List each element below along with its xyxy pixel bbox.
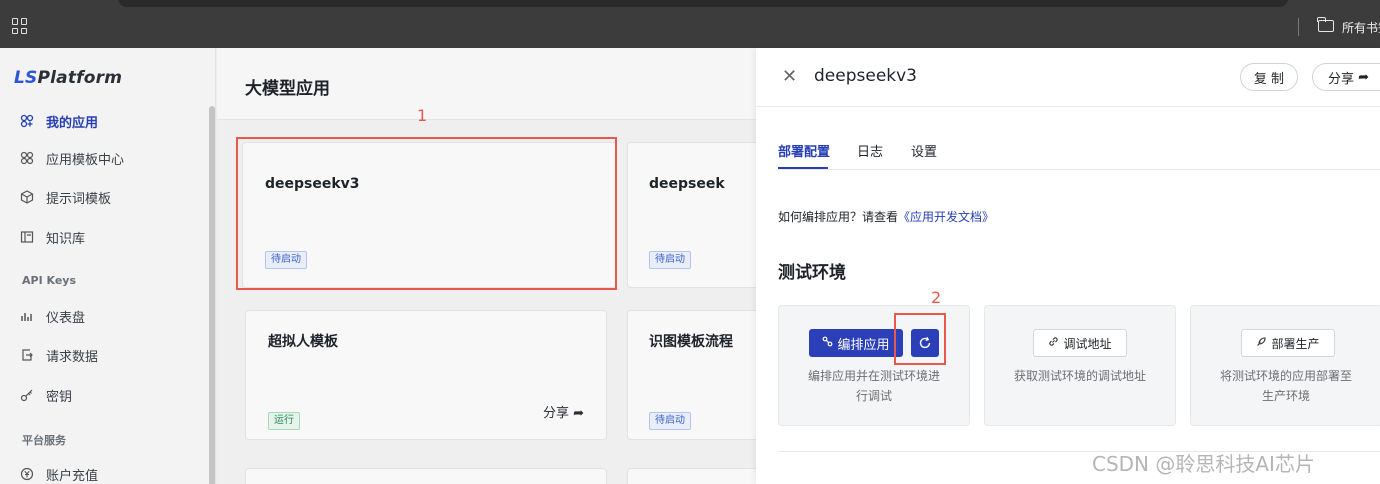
app-detail-drawer: ✕ deepseekv3 复 制 分享 ➦ 部署配置 日志 设置 如何编排应用？…: [756, 48, 1380, 484]
yen-icon: [20, 467, 34, 481]
annotation-box-2: [894, 313, 946, 365]
docs-hint: 如何编排应用？请查看《应用开发文档》: [778, 210, 995, 224]
annotation-label-1: 1: [417, 106, 428, 125]
rocket-icon: [1256, 336, 1267, 350]
section-title-test-env: 测试环境: [778, 263, 846, 283]
env-card-deploy-prod: 部署生产 将测试环境的应用部署至生产环境: [1190, 305, 1380, 426]
export-icon: [20, 348, 34, 362]
sidebar-item-template-center[interactable]: 应用模板中心: [20, 148, 124, 168]
sidebar-item-label: 应用模板中心: [46, 152, 125, 168]
env-card-debug-url: 调试地址 获取测试环境的调试地址: [984, 305, 1176, 426]
annotation-label-2: 2: [931, 288, 942, 307]
folder-icon: [1317, 17, 1334, 32]
sidebar-item-secret-key[interactable]: 密钥: [20, 385, 72, 405]
apps-icon: [20, 114, 34, 128]
address-bar[interactable]: [118, 0, 1288, 7]
debug-url-label: 调试地址: [1063, 336, 1112, 351]
page-title: 大模型应用: [245, 79, 330, 99]
app-card-placeholder[interactable]: [245, 468, 607, 484]
template-icon: [20, 151, 34, 165]
tab-logs[interactable]: 日志: [857, 141, 883, 160]
sidebar-item-label: 我的应用: [46, 115, 99, 131]
tab-settings[interactable]: 设置: [911, 141, 937, 160]
annotation-box-1: [236, 137, 617, 290]
sidebar: LSPlatform 我的应用 应用模板中心 提示词模板 知识库 API Key…: [0, 48, 216, 484]
bar-chart-icon: [20, 309, 34, 323]
main-content: 大模型应用 deepseekv3 待启动 deepseek 待启动 超拟人模板 …: [217, 48, 787, 484]
tab-deploy-config[interactable]: 部署配置: [778, 141, 830, 160]
nav-group-platform: 平台服务: [22, 434, 66, 447]
key-icon: [20, 388, 34, 402]
deploy-prod-label: 部署生产: [1271, 336, 1320, 351]
card-share-button[interactable]: 分享 ➦: [543, 402, 584, 421]
sidebar-item-label: 账户充值: [46, 468, 99, 484]
sidebar-item-dashboard[interactable]: 仪表盘: [20, 306, 85, 326]
sidebar-item-label: 知识库: [46, 231, 86, 247]
orchestrate-app-label: 编排应用: [837, 337, 890, 353]
toolbar-divider: [1298, 18, 1299, 36]
browser-toolbar: 所有书签: [0, 0, 1380, 48]
status-badge: 待启动: [649, 251, 691, 269]
deploy-prod-button[interactable]: 部署生产: [1241, 329, 1335, 357]
header-divider: [756, 106, 1380, 107]
sidebar-item-label: 提示词模板: [46, 191, 112, 207]
sidebar-scrollbar[interactable]: [209, 106, 215, 484]
sidebar-item-label: 请求数据: [46, 349, 99, 365]
docs-link[interactable]: 《应用开发文档》: [898, 210, 994, 224]
sidebar-item-label: 密钥: [46, 389, 73, 405]
sidebar-item-request-data[interactable]: 请求数据: [20, 345, 98, 365]
nav-group-api-keys: API Keys: [22, 274, 77, 287]
sidebar-item-prompt-templates[interactable]: 提示词模板: [20, 187, 111, 207]
drawer-title: deepseekv3: [814, 66, 917, 86]
env-card-desc: 获取测试环境的调试地址: [1013, 369, 1146, 383]
tab-divider: [778, 169, 1380, 170]
copy-button[interactable]: 复 制: [1240, 63, 1298, 91]
all-bookmarks-button[interactable]: 所有书签: [1342, 19, 1380, 36]
close-icon[interactable]: ✕: [782, 66, 797, 87]
share-arrow-icon: ➦: [1358, 69, 1370, 85]
sidebar-item-recharge[interactable]: 账户充值: [20, 464, 98, 484]
share-button-label: 分享: [1327, 71, 1354, 87]
status-badge: 运行: [268, 412, 300, 430]
sidebar-item-label: 仪表盘: [46, 310, 86, 326]
app-card-name: deepseek: [649, 176, 725, 192]
sidebar-item-my-apps[interactable]: 我的应用: [20, 111, 98, 131]
apps-grid-icon[interactable]: [12, 18, 28, 34]
status-badge: 待启动: [649, 412, 691, 430]
app-card-name: 超拟人模板: [268, 334, 338, 350]
link-icon: [1048, 336, 1059, 350]
env-card-desc: 将测试环境的应用部署至生产环境: [1219, 369, 1352, 403]
book-icon: [20, 230, 34, 244]
orchestrate-app-button[interactable]: 编排应用: [809, 329, 903, 357]
app-card-humanlike[interactable]: 超拟人模板 运行 分享 ➦: [245, 310, 607, 440]
logo: LSPlatform: [14, 68, 123, 88]
env-card-desc: 编排应用并在测试环境进行调试: [807, 369, 940, 403]
cube-icon: [20, 190, 34, 204]
share-button[interactable]: 分享 ➦: [1312, 63, 1380, 91]
debug-url-button[interactable]: 调试地址: [1033, 329, 1127, 357]
sidebar-item-knowledge-base[interactable]: 知识库: [20, 227, 85, 247]
watermark: CSDN @聆思科技AI芯片: [1092, 452, 1315, 476]
app-card-name: 识图模板流程: [649, 334, 733, 350]
main-header: 大模型应用: [217, 48, 757, 120]
share-arrow-icon: ➦: [573, 406, 584, 421]
workflow-icon: [822, 336, 833, 350]
